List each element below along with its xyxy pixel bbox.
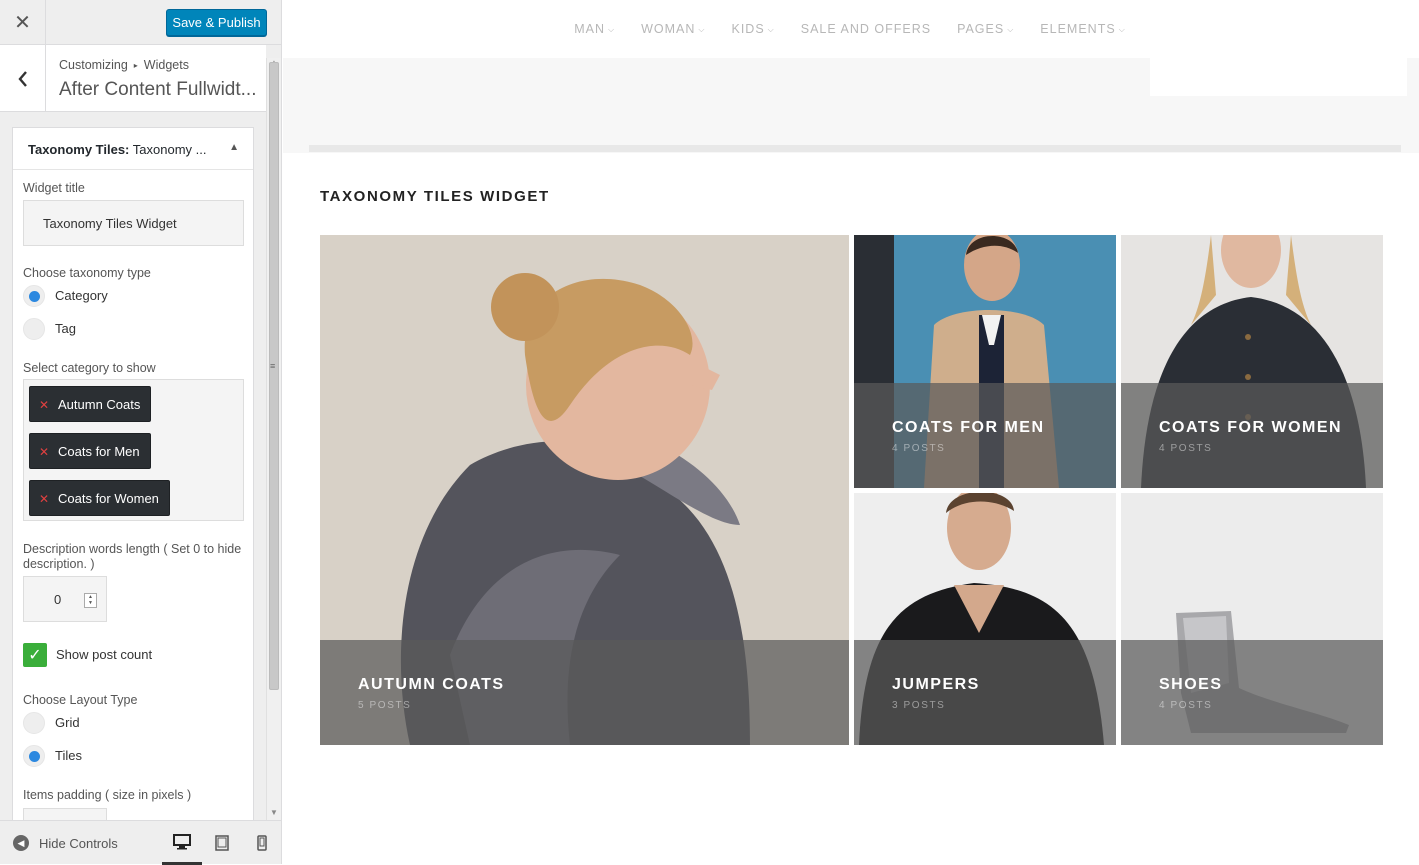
scrollbar-thumb[interactable] xyxy=(269,62,279,690)
chevron-down-icon: ⌵ xyxy=(608,25,616,34)
remove-icon[interactable]: ✕ xyxy=(39,445,49,459)
radio-tiles-label[interactable]: Tiles xyxy=(55,748,82,763)
widget-type-label: Taxonomy Tiles: xyxy=(28,142,130,157)
description-length-input[interactable]: 0 ▲ ▼ xyxy=(23,576,107,622)
radio-grid[interactable] xyxy=(23,712,45,734)
show-post-count-checkbox[interactable]: ✓ xyxy=(23,643,47,667)
tile-post-count: 3 POSTS xyxy=(892,700,946,711)
nav-item-pages[interactable]: PAGES ⌵ xyxy=(957,22,1014,36)
taxonomy-type-label: Choose taxonomy type xyxy=(23,266,151,280)
nav-item-elements[interactable]: ELEMENTS ⌵ xyxy=(1040,22,1125,36)
tile-name: COATS FOR MEN xyxy=(892,419,1045,436)
tile-jumpers[interactable]: JUMPERS 3 POSTS xyxy=(854,493,1116,745)
scroll-down-arrow-icon[interactable]: ▼ xyxy=(270,808,278,817)
customizer-header: ✕ Save & Publish xyxy=(0,0,281,45)
close-icon[interactable]: ✕ xyxy=(0,0,46,45)
description-length-value: 0 xyxy=(54,592,62,607)
customizer-controls: Taxonomy Tiles: Taxonomy ... ▲ Widget ti… xyxy=(0,113,266,820)
radio-tiles[interactable] xyxy=(23,745,45,767)
desktop-preview-icon[interactable] xyxy=(162,821,202,865)
main-navigation: MAN ⌵ WOMAN ⌵ KIDS ⌵ SALE AND OFFERS PAGES ⌵… xyxy=(283,0,1419,58)
category-chip-label: Coats for Men xyxy=(58,443,140,459)
radio-tag[interactable] xyxy=(23,318,45,340)
nav-item-label: ELEMENTS xyxy=(1040,22,1116,36)
nav-item-label: WOMAN xyxy=(641,22,696,36)
radio-grid-label[interactable]: Grid xyxy=(55,715,80,730)
tile-shoes[interactable]: SHOES 4 POSTS xyxy=(1121,493,1383,745)
category-chip-label: Coats for Women xyxy=(58,490,159,506)
items-padding-label: Items padding ( size in pixels ) xyxy=(23,788,192,802)
layout-type-label: Choose Layout Type xyxy=(23,693,138,707)
section-title: After Content Fullwidt... xyxy=(59,79,257,100)
tile-coats-for-men[interactable]: COATS FOR MEN 4 POSTS xyxy=(854,235,1116,488)
tile-post-count: 5 POSTS xyxy=(358,700,412,711)
category-chip-label: Autumn Coats xyxy=(58,396,141,412)
category-chip: ✕ Coats for Men xyxy=(29,433,151,469)
chevron-down-icon: ⌵ xyxy=(1118,25,1126,34)
widget-instance-label: Taxonomy ... xyxy=(129,142,207,157)
remove-icon[interactable]: ✕ xyxy=(39,492,49,506)
category-multiselect[interactable]: ✕ Autumn Coats ✕ Coats for Men ✕ Coats for … xyxy=(23,379,244,521)
taxonomy-tiles-widget-form: Taxonomy Tiles: Taxonomy ... ▲ Widget ti… xyxy=(12,127,254,820)
mobile-preview-icon[interactable] xyxy=(242,821,282,865)
show-post-count-label[interactable]: Show post count xyxy=(56,647,152,662)
widget-header-title: Taxonomy Tiles: Taxonomy ... xyxy=(28,142,206,157)
collapse-left-icon: ◀ xyxy=(13,835,29,851)
remove-icon[interactable]: ✕ xyxy=(39,398,49,412)
breadcrumb-widgets: Widgets xyxy=(143,58,189,72)
save-publish-button[interactable]: Save & Publish xyxy=(166,9,267,36)
nav-item-label: KIDS xyxy=(731,22,765,36)
section-header: Customizing ▸ Widgets After Content Fullwi… xyxy=(0,45,266,112)
tile-post-count: 4 POSTS xyxy=(1159,700,1213,711)
tile-autumn-coats[interactable]: AUTUMN COATS 5 POSTS xyxy=(320,235,849,745)
tile-post-count: 4 POSTS xyxy=(892,443,946,454)
nav-item-woman[interactable]: WOMAN ⌵ xyxy=(641,22,705,36)
category-chip: ✕ Autumn Coats xyxy=(29,386,152,422)
chevron-down-icon: ⌵ xyxy=(1007,25,1015,34)
nav-item-kids[interactable]: KIDS ⌵ xyxy=(731,22,774,36)
tile-coats-for-women[interactable]: COATS FOR WOMEN 4 POSTS xyxy=(1121,235,1383,488)
hide-controls-button[interactable]: ◀ Hide Controls xyxy=(13,835,118,851)
sidebar-box xyxy=(1150,58,1407,96)
collapse-arrow-icon[interactable]: ▲ xyxy=(229,142,239,153)
sidebar-scrollbar[interactable]: ▲ ≡ ▼ xyxy=(266,58,281,820)
items-padding-input[interactable] xyxy=(23,808,107,820)
nav-item-label: MAN xyxy=(574,22,606,36)
divider xyxy=(309,145,1401,152)
scroll-grip-icon: ≡ xyxy=(270,361,276,371)
hide-controls-label: Hide Controls xyxy=(39,835,118,851)
widget-title-input[interactable]: Taxonomy Tiles Widget xyxy=(23,200,244,246)
tablet-preview-icon[interactable] xyxy=(202,821,242,865)
site-preview: MAN ⌵ WOMAN ⌵ KIDS ⌵ SALE AND OFFERS PAGES ⌵… xyxy=(283,0,1419,864)
nav-item-man[interactable]: MAN ⌵ xyxy=(574,22,615,36)
radio-tag-label[interactable]: Tag xyxy=(55,321,76,336)
radio-category[interactable] xyxy=(23,285,45,307)
category-select-label: Select category to show xyxy=(23,361,156,375)
breadcrumb: Customizing ▸ Widgets xyxy=(59,58,189,72)
radio-category-label[interactable]: Category xyxy=(55,288,108,303)
breadcrumb-separator-icon: ▸ xyxy=(133,61,138,70)
tile-name: AUTUMN COATS xyxy=(358,676,505,693)
breadcrumb-customizing: Customizing xyxy=(59,58,128,72)
customizer-sidebar: ✕ Save & Publish ▲ ≡ ▼ Customizing ▸ Widge… xyxy=(0,0,282,865)
tile-name: COATS FOR WOMEN xyxy=(1159,419,1343,436)
nav-item-label: SALE AND OFFERS xyxy=(800,22,932,36)
customizer-footer: ◀ Hide Controls xyxy=(0,820,282,865)
tile-post-count: 4 POSTS xyxy=(1159,443,1213,454)
widget-heading: TAXONOMY TILES WIDGET xyxy=(320,188,550,205)
category-chip: ✕ Coats for Women xyxy=(29,480,170,516)
tile-name: SHOES xyxy=(1159,676,1223,693)
widget-header[interactable]: Taxonomy Tiles: Taxonomy ... ▲ xyxy=(13,128,253,170)
widget-title-value: Taxonomy Tiles Widget xyxy=(43,215,177,231)
description-length-label: Description words length ( Set 0 to hide… xyxy=(23,542,242,571)
chevron-down-icon: ⌵ xyxy=(698,25,706,34)
nav-item-sale[interactable]: SALE AND OFFERS xyxy=(801,22,931,36)
widget-title-label: Widget title xyxy=(23,181,85,195)
number-spinner-icon[interactable]: ▲ ▼ xyxy=(84,593,97,608)
back-icon[interactable] xyxy=(0,45,46,112)
chevron-down-icon: ⌵ xyxy=(767,25,775,34)
tile-name: JUMPERS xyxy=(892,676,980,693)
nav-item-label: PAGES xyxy=(957,22,1005,36)
